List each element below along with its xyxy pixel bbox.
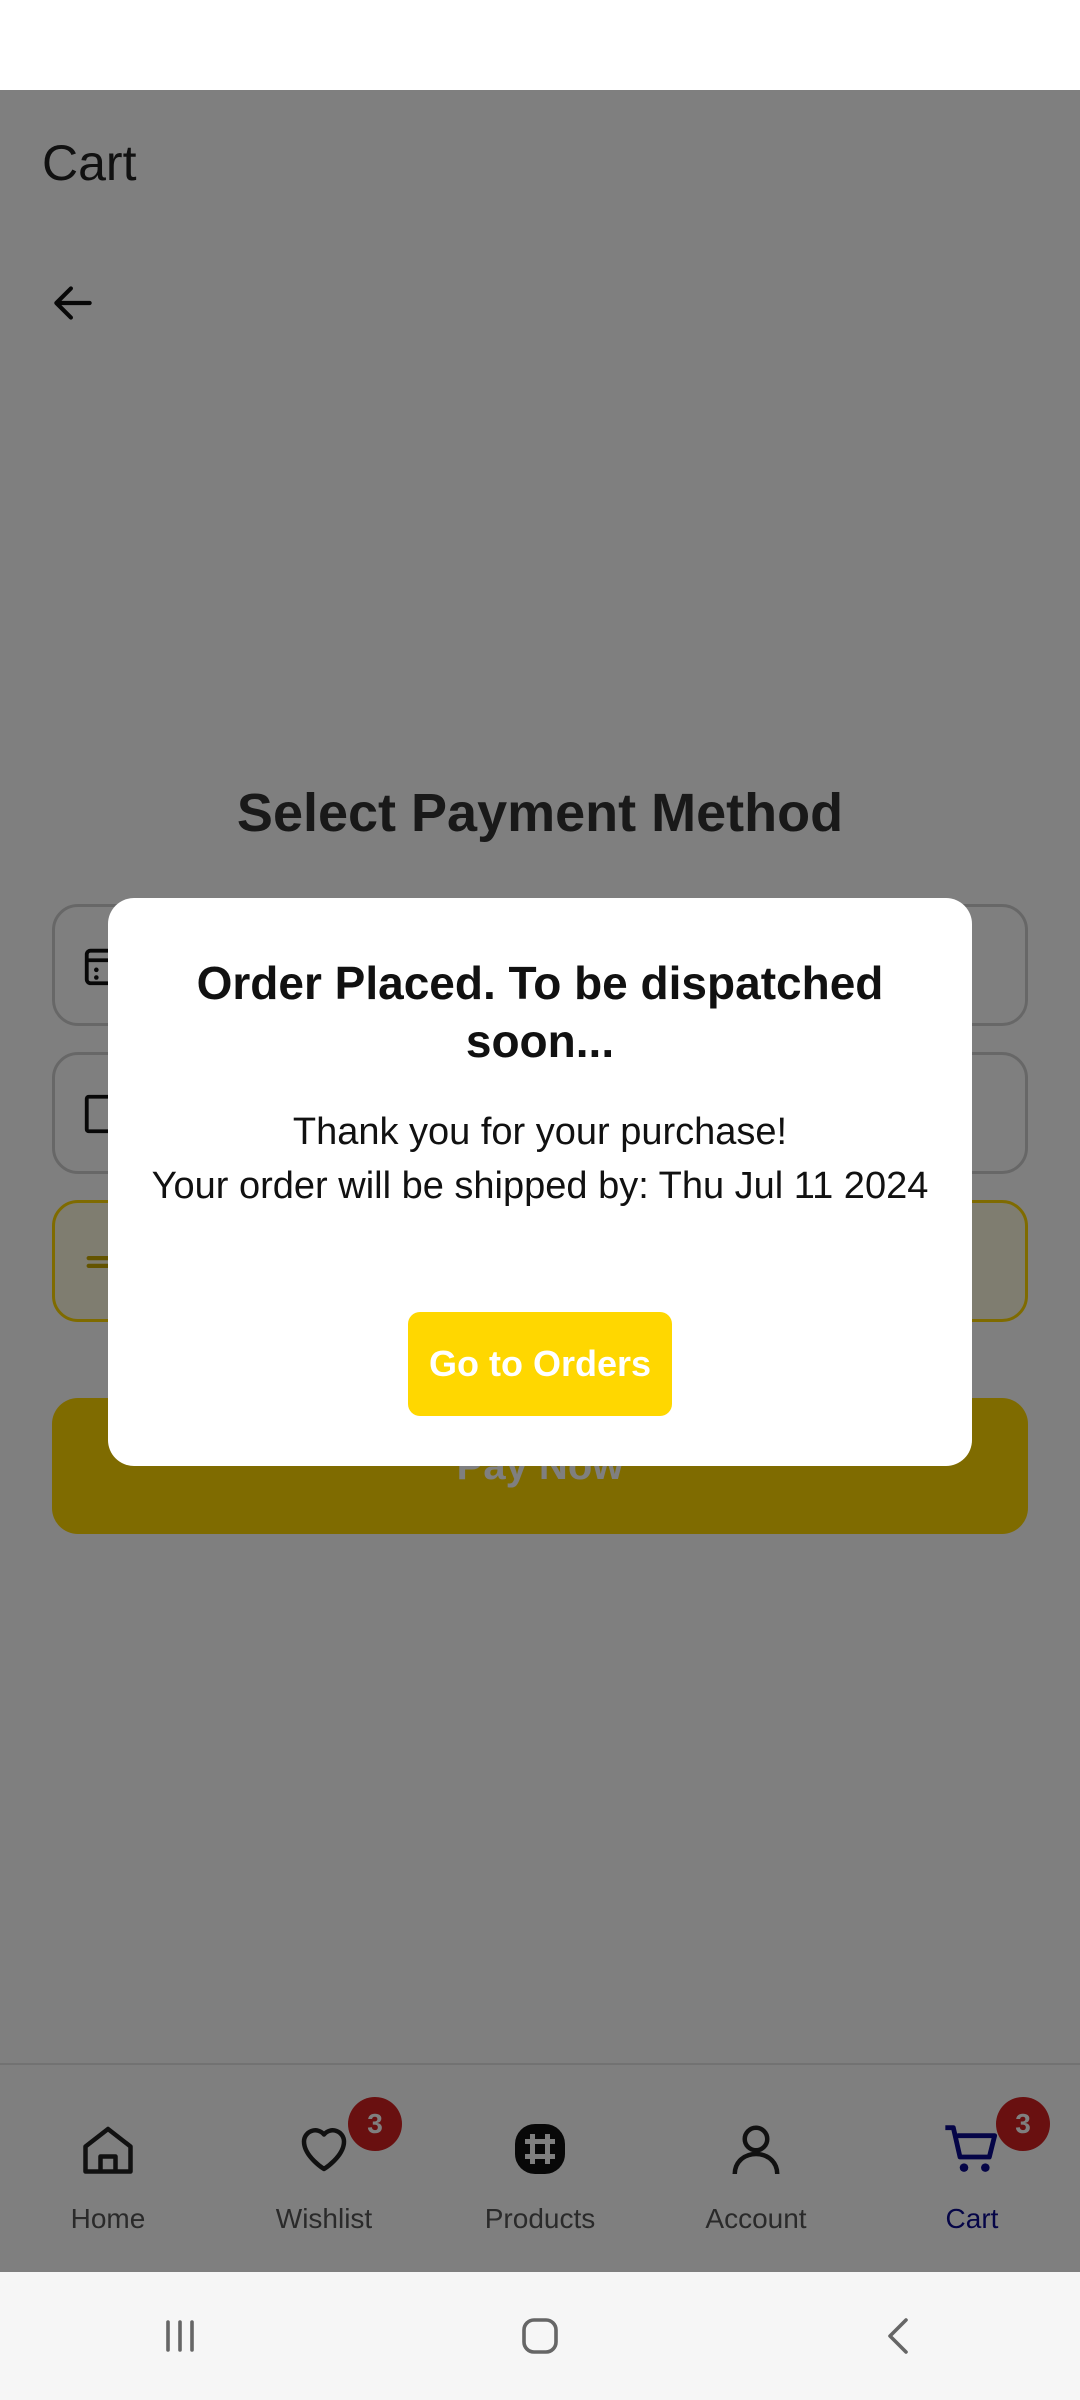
go-to-orders-button[interactable]: Go to Orders bbox=[408, 1312, 672, 1416]
recent-apps-icon bbox=[166, 2320, 194, 2352]
system-nav-bar bbox=[0, 2272, 1080, 2400]
back-system-button[interactable] bbox=[840, 2296, 960, 2376]
recent-apps-button[interactable] bbox=[120, 2296, 240, 2376]
order-placed-dialog: Order Placed. To be dispatched soon... T… bbox=[108, 898, 972, 1466]
home-square-icon bbox=[522, 2318, 558, 2354]
dialog-message-shipping: Your order will be shipped by: Thu Jul 1… bbox=[151, 1165, 929, 1207]
dialog-message-thanks: Thank you for your purchase! bbox=[292, 1111, 788, 1153]
dialog-title: Order Placed. To be dispatched soon... bbox=[196, 957, 884, 1067]
chevron-left-icon bbox=[888, 2318, 908, 2354]
home-system-button[interactable] bbox=[480, 2296, 600, 2376]
status-bar bbox=[0, 0, 1080, 90]
